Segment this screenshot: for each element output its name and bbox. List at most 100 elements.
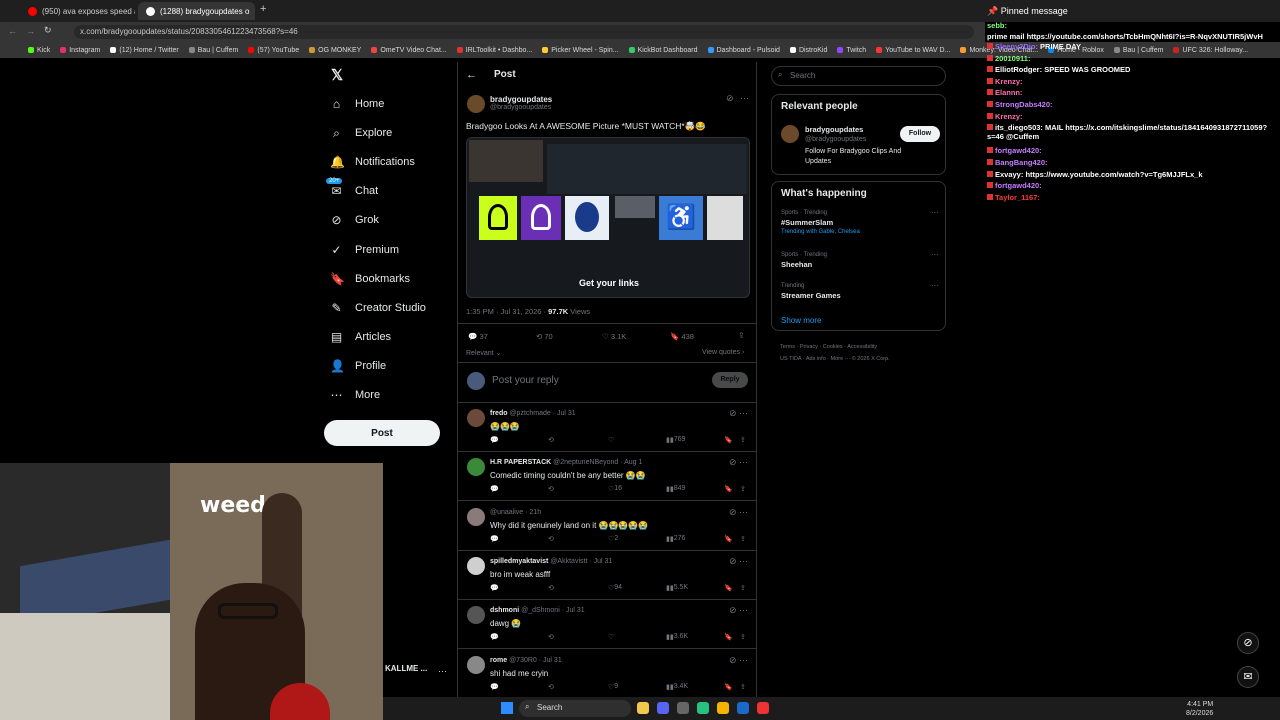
bookmark-item[interactable]: DistroKid (789, 47, 827, 54)
show-more-link[interactable]: Show more (781, 316, 821, 325)
trend-item[interactable]: Sports · Trending Sheehan ··· (781, 250, 939, 271)
share-icon[interactable]: ⇪ (738, 331, 745, 340)
chrome-icon[interactable] (637, 702, 649, 714)
nav-item-explore[interactable]: ⌕ Explore (330, 122, 392, 144)
like-icon[interactable]: ♡ (608, 633, 614, 641)
bookmark-icon[interactable]: 🔖 (724, 485, 733, 493)
reply-icon[interactable]: 💬 (490, 535, 499, 543)
reply-handle[interactable]: @pztchmade · Jul 31 (509, 410, 575, 417)
views-icon[interactable]: ▮▮ 3.6K (666, 633, 688, 641)
reply-item[interactable]: dshmoni @_dShmoni · Jul 31 ⊘ ··· dawg 😭 💬 ⟲ ♡… (458, 600, 756, 650)
bookmark-icon[interactable]: 🔖 (724, 584, 733, 592)
reply-more-icon[interactable]: ⊘ ··· (729, 507, 748, 518)
reply-more-icon[interactable]: ⊘ ··· (729, 655, 748, 666)
bookmark-item[interactable]: OmeTV Video Chat... (371, 47, 447, 54)
nav-item-chat[interactable]: ✉ Chat 20+ (326, 178, 378, 202)
grok-float-button[interactable]: ⊘ (1237, 632, 1259, 654)
bookmark-item[interactable]: (12) Home / Twitter (110, 47, 179, 54)
author-handle[interactable]: @bradygooupdates (490, 104, 551, 111)
views-icon[interactable]: ▮▮ 769 (666, 436, 685, 444)
views-icon[interactable]: ▮▮ 849 (666, 485, 685, 493)
nav-item-profile[interactable]: 👤 Profile (330, 355, 386, 377)
bookmark-item[interactable]: IRLToolkit • Dashbo... (456, 47, 532, 54)
share-icon[interactable]: ⇪ (740, 485, 746, 493)
bookmark-item[interactable]: Picker Wheel - Spin... (542, 47, 619, 54)
repost-icon[interactable]: ⟲ (548, 485, 554, 493)
reply-avatar[interactable] (467, 606, 485, 625)
views-icon[interactable]: ▮▮ 276 (666, 535, 685, 543)
reply-handle[interactable]: @unaalive · 21h (490, 509, 541, 516)
bookmark-icon[interactable]: 🔖 (724, 436, 733, 444)
bookmark-item[interactable]: Dashboard - Pulsoid (707, 47, 780, 54)
reply-avatar[interactable] (467, 458, 485, 477)
reply-stat[interactable]: 💬 37 (468, 332, 488, 341)
reply-handle[interactable]: @730R0 · Jul 31 (509, 657, 562, 664)
like-icon[interactable]: ♡ 94 (608, 584, 622, 592)
bookmark-item[interactable]: KickBot Dashboard (628, 47, 698, 54)
new-tab-button[interactable]: + (260, 3, 266, 15)
repost-icon[interactable]: ⟲ (548, 535, 554, 543)
share-icon[interactable]: ⇪ (740, 535, 746, 543)
repost-icon[interactable]: ⟲ (548, 436, 554, 444)
bookmark-item[interactable]: Twitch (837, 47, 866, 54)
share-icon[interactable]: ⇪ (740, 683, 746, 691)
footer-links-2[interactable]: US TIDA · Ads info · More ··· © 2026 X C… (780, 356, 890, 362)
share-icon[interactable]: ⇪ (740, 633, 746, 641)
reply-icon[interactable]: 💬 (490, 436, 499, 444)
person-avatar[interactable] (781, 125, 799, 143)
reload-icon[interactable]: ↻ (44, 25, 52, 36)
bookmark-item[interactable]: OG MONKEY (309, 47, 361, 54)
taskbar-clock[interactable]: 4:41 PM 8/2/2026 (1186, 700, 1213, 718)
trend-more-icon[interactable]: ··· (931, 250, 939, 259)
nav-item-premium[interactable]: ✓ Premium (330, 239, 399, 261)
bookmark-item[interactable]: YouTube to WAV D... (876, 47, 950, 54)
share-icon[interactable]: ⇪ (740, 584, 746, 592)
x-logo-icon[interactable]: 𝕏 (331, 66, 343, 84)
steam-icon[interactable] (737, 702, 749, 714)
author-name[interactable]: bradygoupdates (490, 95, 552, 104)
reply-input[interactable]: Post your reply (492, 375, 559, 386)
reply-icon[interactable]: 💬 (490, 633, 499, 641)
folder-icon[interactable] (717, 702, 729, 714)
reply-handle[interactable]: @2neptuneNBeyond · Aug 1 (553, 459, 642, 466)
post-media[interactable]: ♿ Get your links (466, 137, 750, 298)
reply-handle[interactable]: @Akktavistt · Jul 31 (550, 558, 612, 565)
url-field[interactable]: x.com/bradygooupdates/status/20833054612… (74, 25, 974, 39)
browser-tab-active[interactable]: (1288) bradygoupdates o ✕ (138, 2, 255, 20)
reply-more-icon[interactable]: ⊘ ··· (729, 408, 748, 419)
app-icon[interactable] (677, 702, 689, 714)
reply-more-icon[interactable]: ⊘ ··· (729, 605, 748, 616)
trend-item[interactable]: Sports · Trending #SummerSlam Trending wit… (781, 208, 939, 235)
start-icon[interactable] (501, 702, 513, 714)
app-icon[interactable] (697, 702, 709, 714)
search-input[interactable]: Search (771, 66, 946, 86)
account-name[interactable]: KALLME ... (385, 664, 427, 673)
trend-more-icon[interactable]: ··· (931, 281, 939, 290)
nav-item-bookmarks[interactable]: 🔖 Bookmarks (330, 268, 410, 290)
repost-icon[interactable]: ⟲ (548, 584, 554, 592)
bookmark-item[interactable]: Instagram (60, 47, 100, 54)
nav-item-creator-studio[interactable]: ✎ Creator Studio (330, 297, 425, 319)
reply-avatar[interactable] (467, 507, 485, 526)
nav-item-home[interactable]: ⌂ Home (330, 93, 384, 115)
nav-item-notifications[interactable]: 🔔 Notifications (330, 151, 415, 173)
taskbar-search[interactable]: Search (519, 700, 631, 717)
tab-close-icon[interactable]: ✕ (254, 7, 255, 16)
reply-author[interactable]: fredo (490, 410, 508, 417)
sort-relevant[interactable]: Relevant ⌄ (466, 349, 501, 357)
share-icon[interactable]: ⇪ (740, 436, 746, 444)
like-icon[interactable]: ♡ 9 (608, 683, 618, 691)
chrome-icon[interactable] (757, 702, 769, 714)
footer-links[interactable]: Terms · Privacy · Cookies · Accessibilit… (780, 344, 877, 350)
bookmark-icon[interactable]: 🔖 (724, 633, 733, 641)
reply-avatar[interactable] (467, 409, 485, 427)
grok-icon[interactable]: ⊘ (726, 93, 734, 104)
reply-item[interactable]: spilledmyaktavist @Akktavistt · Jul 31 ⊘ … (458, 551, 756, 600)
bookmark-icon[interactable]: 🔖 (724, 535, 733, 543)
reply-author[interactable]: dshmoni (490, 607, 519, 614)
reply-icon[interactable]: 💬 (490, 584, 499, 592)
follow-button[interactable]: Follow (900, 126, 940, 142)
discord-icon[interactable] (657, 702, 669, 714)
repost-icon[interactable]: ⟲ (548, 633, 554, 641)
back-icon[interactable]: ← (8, 26, 17, 36)
